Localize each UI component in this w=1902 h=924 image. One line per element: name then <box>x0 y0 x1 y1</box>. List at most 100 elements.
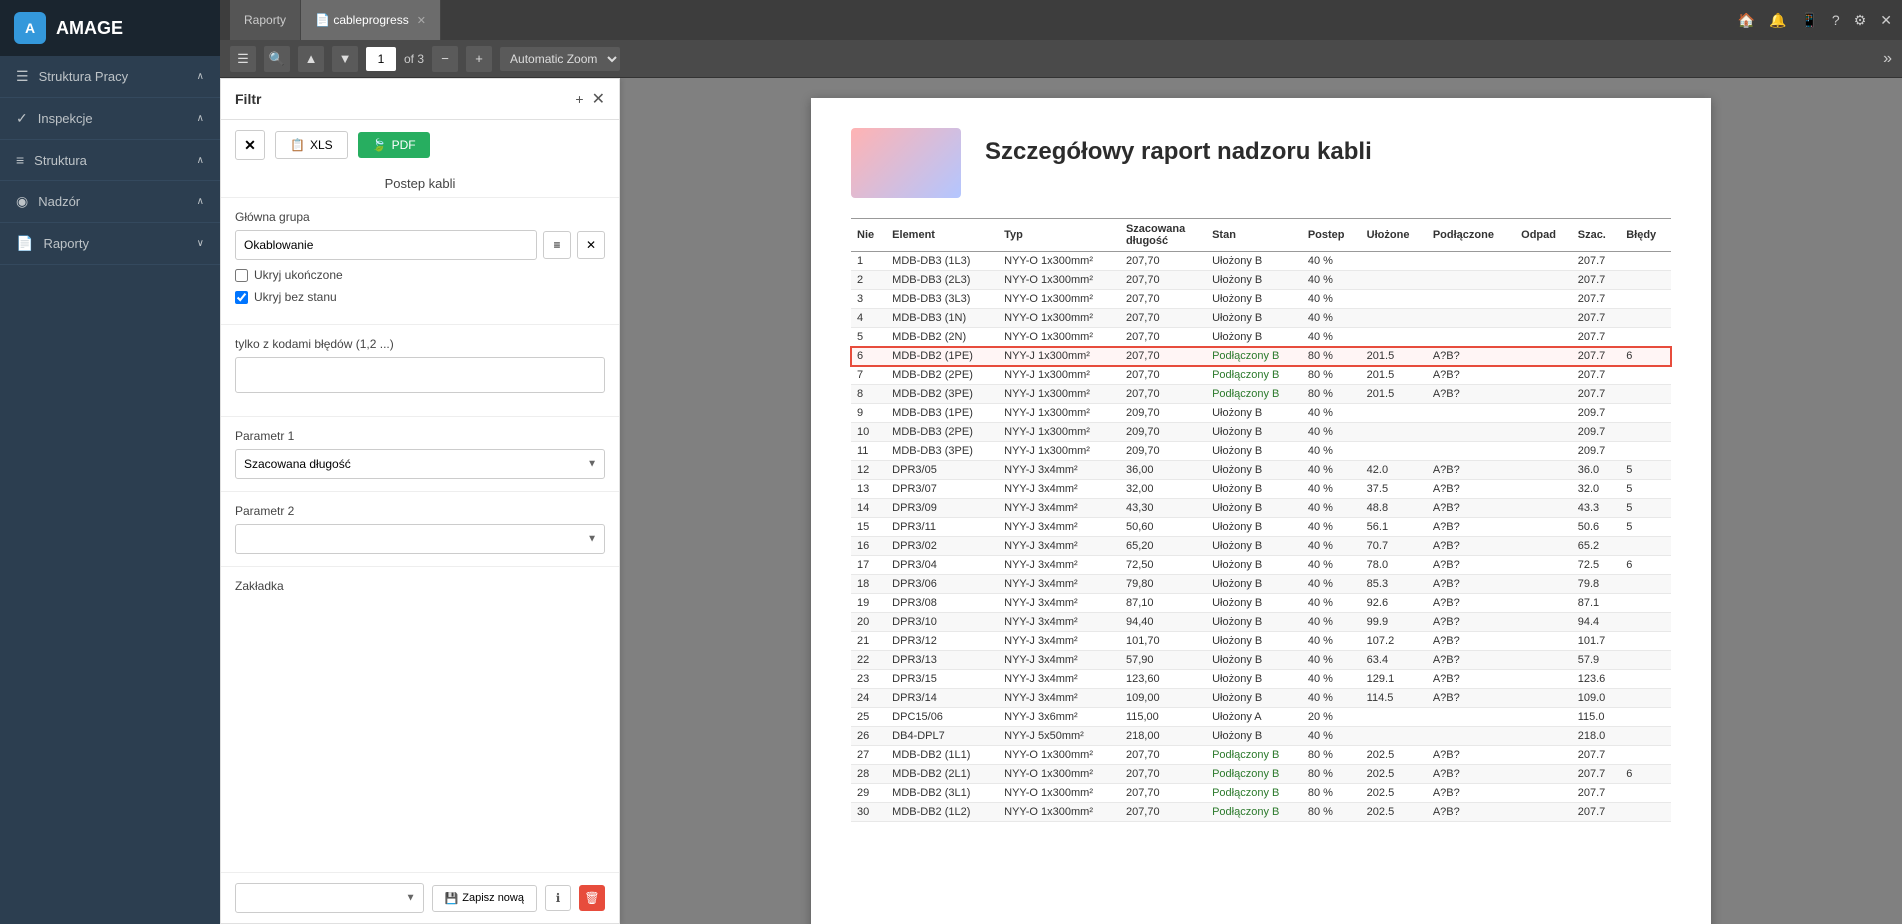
top-bar-icons: 🏠 🔔 📱 ? ⚙ ✕ <box>1738 12 1892 29</box>
table-row: 1MDB-DB3 (1L3)NYY-O 1x300mm²207,70Ułożon… <box>851 252 1671 271</box>
prev-page-button[interactable]: ▲ <box>298 46 324 72</box>
error-codes-input[interactable] <box>235 357 605 393</box>
filter-close-button[interactable]: ✕ <box>592 89 605 109</box>
table-row: 17DPR3/04NYY-J 3x4mm²72,50Ułożony B40 %7… <box>851 556 1671 575</box>
zoom-select[interactable]: Automatic Zoom <box>500 47 620 71</box>
col-szac-dl: Szacowanadługość <box>1120 219 1206 252</box>
export-xls-button[interactable]: 📋 XLS <box>275 131 348 159</box>
pdf-toolbar: ☰ 🔍 ▲ ▼ of 3 − + Automatic Zoom » <box>220 40 1902 78</box>
chevron-icon: ∧ <box>197 155 204 166</box>
sidebar-item-nadzor[interactable]: ◉ Nadzór ∧ <box>0 181 220 223</box>
hide-no-status-checkbox[interactable] <box>235 291 248 304</box>
hide-completed-checkbox[interactable] <box>235 269 248 282</box>
export-pdf-button[interactable]: 🍃 PDF <box>358 132 430 158</box>
filter-title: Filtr <box>235 91 261 107</box>
report-table: Nie Element Typ Szacowanadługość Stan Po… <box>851 218 1671 822</box>
top-bar: Raporty 📄 cableprogress ✕ 🏠 🔔 📱 ? ⚙ ✕ <box>220 0 1902 40</box>
zakładka-select[interactable] <box>235 883 424 913</box>
bell-icon[interactable]: 🔔 <box>1769 12 1786 29</box>
sidebar-item-label: Inspekcje <box>38 111 93 126</box>
hide-completed-label: Ukryj ukończone <box>254 268 343 282</box>
table-row: 23DPR3/15NYY-J 3x4mm²123,60Ułożony B40 %… <box>851 670 1671 689</box>
save-icon: 💾 <box>445 892 459 905</box>
main-group-input-row: ≡ ✕ <box>235 230 605 260</box>
filter-main-group-section: Główna grupa ≡ ✕ Ukryj ukończone Ukryj b… <box>221 198 619 324</box>
main-group-clear-button[interactable]: ✕ <box>577 231 605 259</box>
help-icon[interactable]: ? <box>1832 12 1840 28</box>
search-button[interactable]: 🔍 <box>264 46 290 72</box>
tab-close-button[interactable]: ✕ <box>417 14 426 27</box>
tab-label: cableprogress <box>333 13 408 27</box>
sidebar-item-label: Nadzór <box>38 194 80 209</box>
sidebar-toggle-button[interactable]: ☰ <box>230 46 256 72</box>
col-odpad: Odpad <box>1515 219 1572 252</box>
settings-icon[interactable]: ⚙ <box>1854 12 1867 29</box>
filter-header: Filtr + ✕ <box>221 79 619 120</box>
col-element: Element <box>886 219 998 252</box>
table-row: 12DPR3/05NYY-J 3x4mm²36,00Ułożony B40 %4… <box>851 461 1671 480</box>
table-row: 13DPR3/07NYY-J 3x4mm²32,00Ułożony B40 %3… <box>851 480 1671 499</box>
col-bledy: Błędy <box>1620 219 1671 252</box>
sidebar-item-label: Struktura <box>34 153 87 168</box>
table-row: 27MDB-DB2 (1L1)NYY-O 1x300mm²207,70Podłą… <box>851 746 1671 765</box>
save-new-button[interactable]: 💾 Zapisz nową <box>432 885 537 912</box>
mobile-icon[interactable]: 📱 <box>1800 12 1817 29</box>
sidebar: A AMAGE ☰ Struktura Pracy ∧ ✓ Inspekcje … <box>0 0 220 924</box>
table-row: 29MDB-DB2 (3L1)NYY-O 1x300mm²207,70Podłą… <box>851 784 1671 803</box>
main-group-input[interactable] <box>235 230 537 260</box>
table-row: 19DPR3/08NYY-J 3x4mm²87,10Ułożony B40 %9… <box>851 594 1671 613</box>
filter-zakładka-section: Zakładka <box>221 566 619 611</box>
clear-button[interactable]: ✕ <box>235 130 265 160</box>
info-button[interactable]: ℹ <box>545 885 571 911</box>
tab-raporty[interactable]: Raporty <box>230 0 301 40</box>
chevron-icon: ∧ <box>197 196 204 207</box>
table-header-row: Nie Element Typ Szacowanadługość Stan Po… <box>851 219 1671 252</box>
sidebar-item-label: Struktura Pracy <box>39 69 129 84</box>
filter-panel: Filtr + ✕ ✕ 📋 XLS 🍃 PDF Postep kabli <box>220 78 620 924</box>
sidebar-item-raporty[interactable]: 📄 Raporty ∨ <box>0 223 220 265</box>
col-postep: Postep <box>1302 219 1361 252</box>
table-row: 14DPR3/09NYY-J 3x4mm²43,30Ułożony B40 %4… <box>851 499 1671 518</box>
expand-button[interactable]: » <box>1883 50 1892 68</box>
tab-cableprogress[interactable]: 📄 cableprogress ✕ <box>301 0 441 40</box>
col-stan: Stan <box>1206 219 1302 252</box>
table-row: 28MDB-DB2 (2L1)NYY-O 1x300mm²207,70Podłą… <box>851 765 1671 784</box>
table-row: 21DPR3/12NYY-J 3x4mm²101,70Ułożony B40 %… <box>851 632 1671 651</box>
next-page-button[interactable]: ▼ <box>332 46 358 72</box>
table-row: 24DPR3/14NYY-J 3x4mm²109,00Ułożony B40 %… <box>851 689 1671 708</box>
main-group-list-button[interactable]: ≡ <box>543 231 571 259</box>
table-row: 15DPR3/11NYY-J 3x4mm²50,60Ułożony B40 %5… <box>851 518 1671 537</box>
table-row: 20DPR3/10NYY-J 3x4mm²94,40Ułożony B40 %9… <box>851 613 1671 632</box>
table-row: 26DB4-DPL7NYY-J 5x50mm²218,00Ułożony B40… <box>851 727 1671 746</box>
zoom-out-button[interactable]: − <box>432 46 458 72</box>
error-codes-label: tylko z kodami błędów (1,2 ...) <box>235 337 605 351</box>
zoom-in-button[interactable]: + <box>466 46 492 72</box>
delete-button[interactable]: 🗑 <box>579 885 605 911</box>
filter-section-title: Postep kabli <box>221 170 619 198</box>
filter-add-button[interactable]: + <box>575 91 583 107</box>
sidebar-item-struktura-pracy[interactable]: ☰ Struktura Pracy ∧ <box>0 56 220 98</box>
sidebar-item-label: Raporty <box>43 236 89 251</box>
sidebar-item-struktura[interactable]: ≡ Struktura ∧ <box>0 140 220 181</box>
table-row: 3MDB-DB3 (3L3)NYY-O 1x300mm²207,70Ułożon… <box>851 290 1671 309</box>
pdf-icon: 🍃 <box>372 138 387 152</box>
sidebar-item-inspekcje[interactable]: ✓ Inspekcje ∧ <box>0 98 220 140</box>
close-icon[interactable]: ✕ <box>1880 12 1892 29</box>
table-row: 9MDB-DB3 (1PE)NYY-J 1x300mm²209,70Ułożon… <box>851 404 1671 423</box>
nadzor-icon: ◉ <box>16 193 28 210</box>
zakładka-label: Zakładka <box>235 579 605 593</box>
table-row: 6MDB-DB2 (1PE)NYY-J 1x300mm²207,70Podłąc… <box>851 347 1671 366</box>
pdf-view[interactable]: Szczegółowy raport nadzoru kabli Nie Ele… <box>620 78 1902 924</box>
inspekcje-icon: ✓ <box>16 110 28 127</box>
table-row: 10MDB-DB3 (2PE)NYY-J 1x300mm²209,70Ułożo… <box>851 423 1671 442</box>
param1-select-wrapper: Szacowana długość Postep Ułożone Podłącz… <box>235 449 605 479</box>
param1-select[interactable]: Szacowana długość Postep Ułożone Podłącz… <box>235 449 605 479</box>
hide-no-status-checkbox-row: Ukryj bez stanu <box>235 290 605 304</box>
param2-select[interactable] <box>235 524 605 554</box>
page-number-input[interactable] <box>366 47 396 71</box>
table-row: 16DPR3/02NYY-J 3x4mm²65,20Ułożony B40 %7… <box>851 537 1671 556</box>
table-row: 18DPR3/06NYY-J 3x4mm²79,80Ułożony B40 %8… <box>851 575 1671 594</box>
home-icon[interactable]: 🏠 <box>1738 12 1755 29</box>
app-logo: A AMAGE <box>0 0 220 56</box>
chevron-icon: ∧ <box>197 71 204 82</box>
